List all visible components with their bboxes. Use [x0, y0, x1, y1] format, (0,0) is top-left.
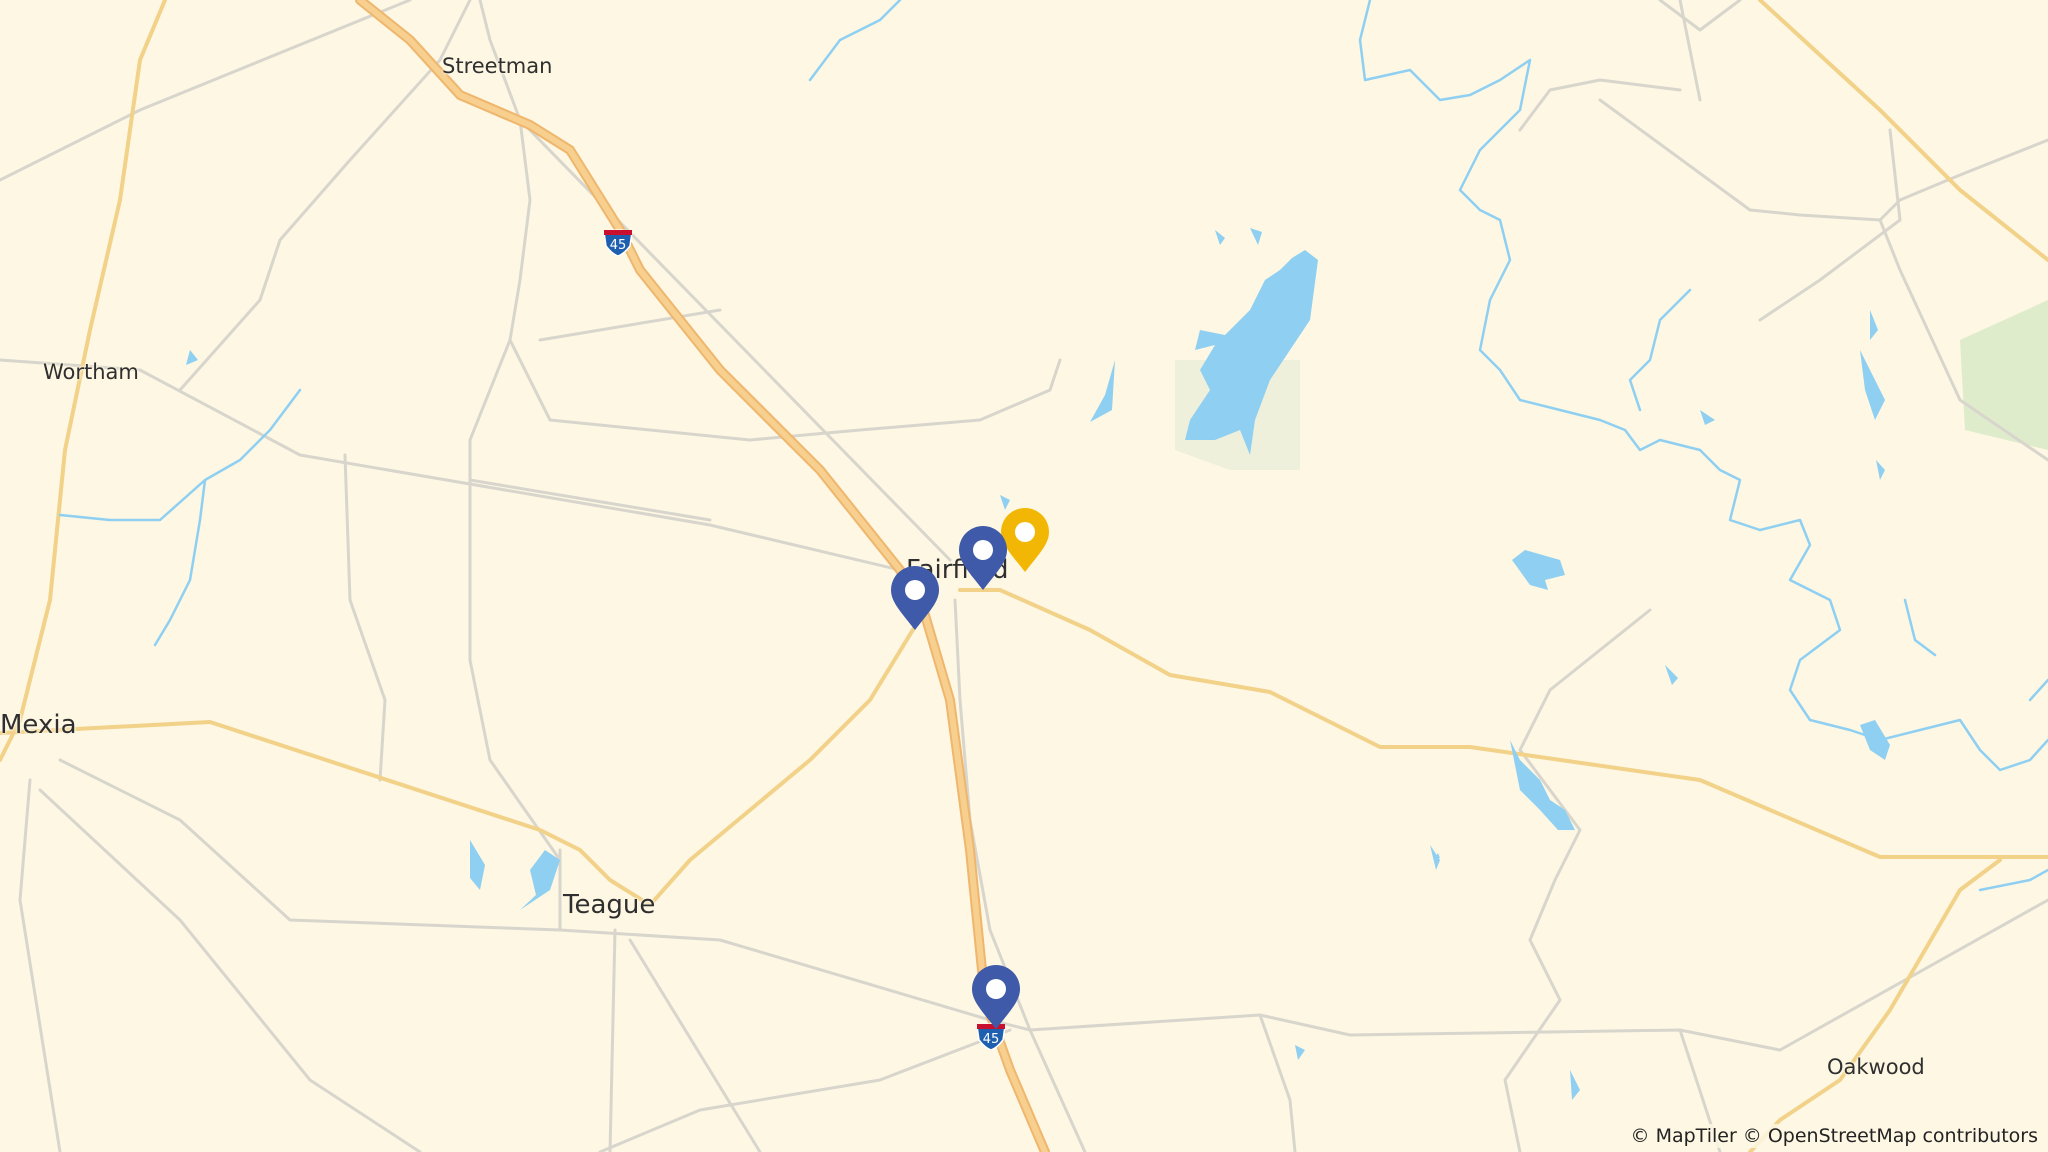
map-pin-icon — [891, 566, 939, 630]
location-marker-blue-i45-south[interactable] — [968, 963, 1024, 1033]
city-label-mexia: Mexia — [0, 710, 77, 740]
shield-label: 45 — [983, 1032, 1000, 1047]
city-label-teague: Teague — [563, 890, 656, 920]
map-pin-icon — [972, 965, 1020, 1029]
city-label-streetman: Streetman — [442, 54, 553, 78]
shield-label: 45 — [610, 238, 627, 253]
interstate-shield-icon: 45 — [603, 229, 633, 257]
map-canvas[interactable]: 45 45 Streetman Wortham Mexia Teague Fai… — [0, 0, 2048, 1152]
location-marker-blue-i45-fairfield[interactable] — [887, 564, 943, 634]
city-label-wortham: Wortham — [43, 360, 139, 384]
map-attribution[interactable]: © MapTiler © OpenStreetMap contributors — [1626, 1124, 2042, 1148]
interstate-45-shield-north: 45 — [602, 228, 634, 257]
location-marker-blue-fairfield[interactable] — [955, 524, 1011, 594]
city-label-oakwood: Oakwood — [1827, 1055, 1925, 1079]
map-pin-icon — [959, 526, 1007, 590]
